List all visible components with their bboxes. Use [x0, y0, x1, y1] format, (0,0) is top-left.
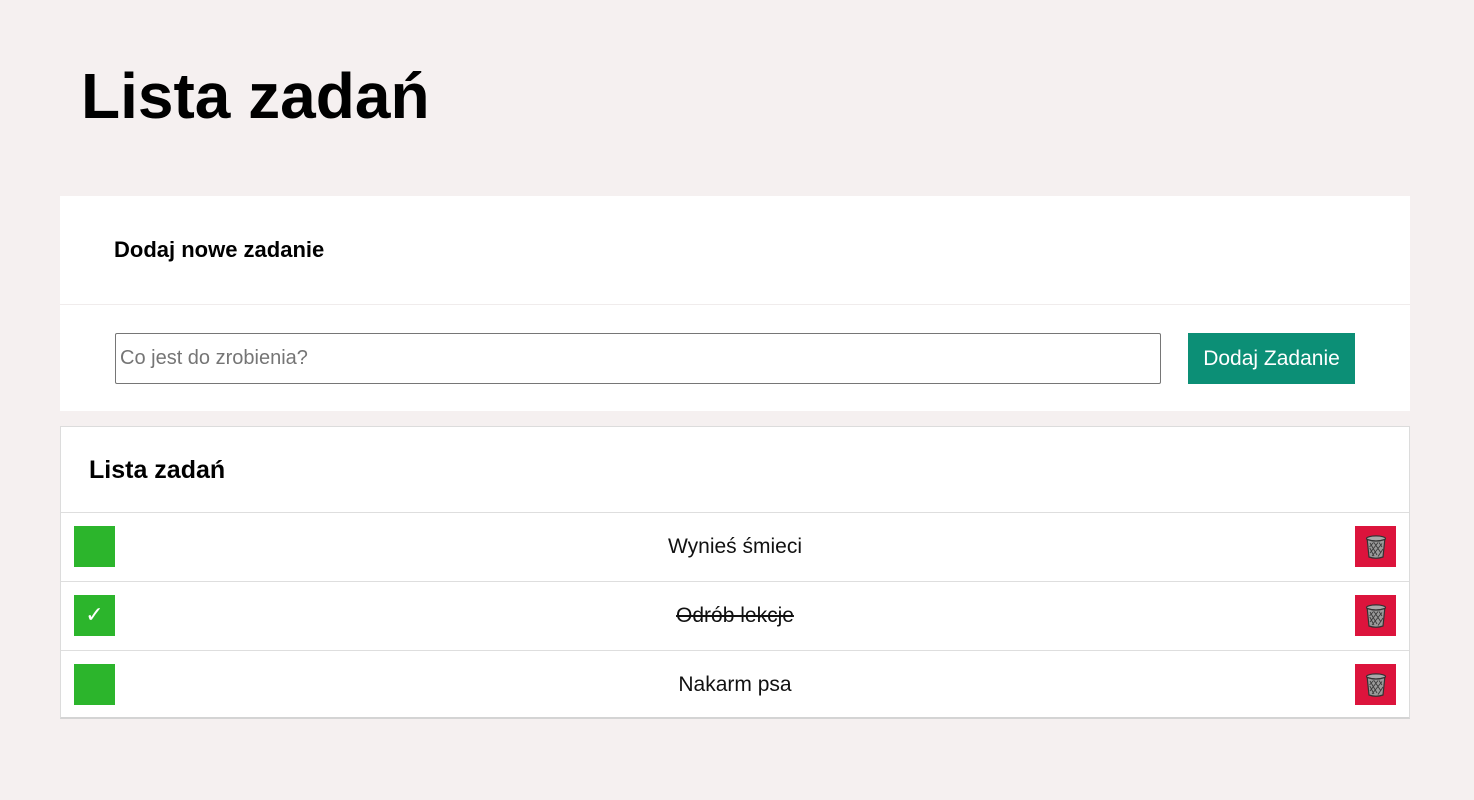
delete-task-button[interactable] [1355, 595, 1396, 636]
task-list-header: Lista zadań [61, 427, 1409, 513]
trash-icon [1365, 534, 1386, 559]
new-task-input[interactable] [115, 333, 1161, 384]
task-text: Nakarm psa [678, 673, 792, 696]
task-list-card: Lista zadań Wynieś śmieci ✓ Odrób lekcje [60, 426, 1410, 719]
trash-icon [1365, 672, 1386, 697]
task-list-title: Lista zadań [89, 456, 226, 484]
task-text: Wynieś śmieci [668, 535, 802, 558]
add-task-button[interactable]: Dodaj Zadanie [1188, 333, 1355, 384]
task-row: ✓ Odrób lekcje [61, 582, 1409, 651]
add-task-title: Dodaj nowe zadanie [114, 237, 325, 262]
delete-task-button[interactable] [1355, 664, 1396, 705]
task-row: Nakarm psa [61, 651, 1409, 719]
add-task-card-header: Dodaj nowe zadanie [60, 196, 1410, 305]
check-icon: ✓ [85, 603, 104, 628]
task-checkbox[interactable] [74, 664, 115, 705]
task-checkbox[interactable] [74, 526, 115, 567]
delete-task-button[interactable] [1355, 526, 1396, 567]
task-row: Wynieś śmieci [61, 513, 1409, 582]
add-task-card: Dodaj nowe zadanie Dodaj Zadanie [60, 196, 1410, 411]
task-text: Odrób lekcje [676, 604, 794, 627]
task-checkbox[interactable]: ✓ [74, 595, 115, 636]
trash-icon [1365, 603, 1386, 628]
page-title: Lista zadań [81, 60, 430, 132]
